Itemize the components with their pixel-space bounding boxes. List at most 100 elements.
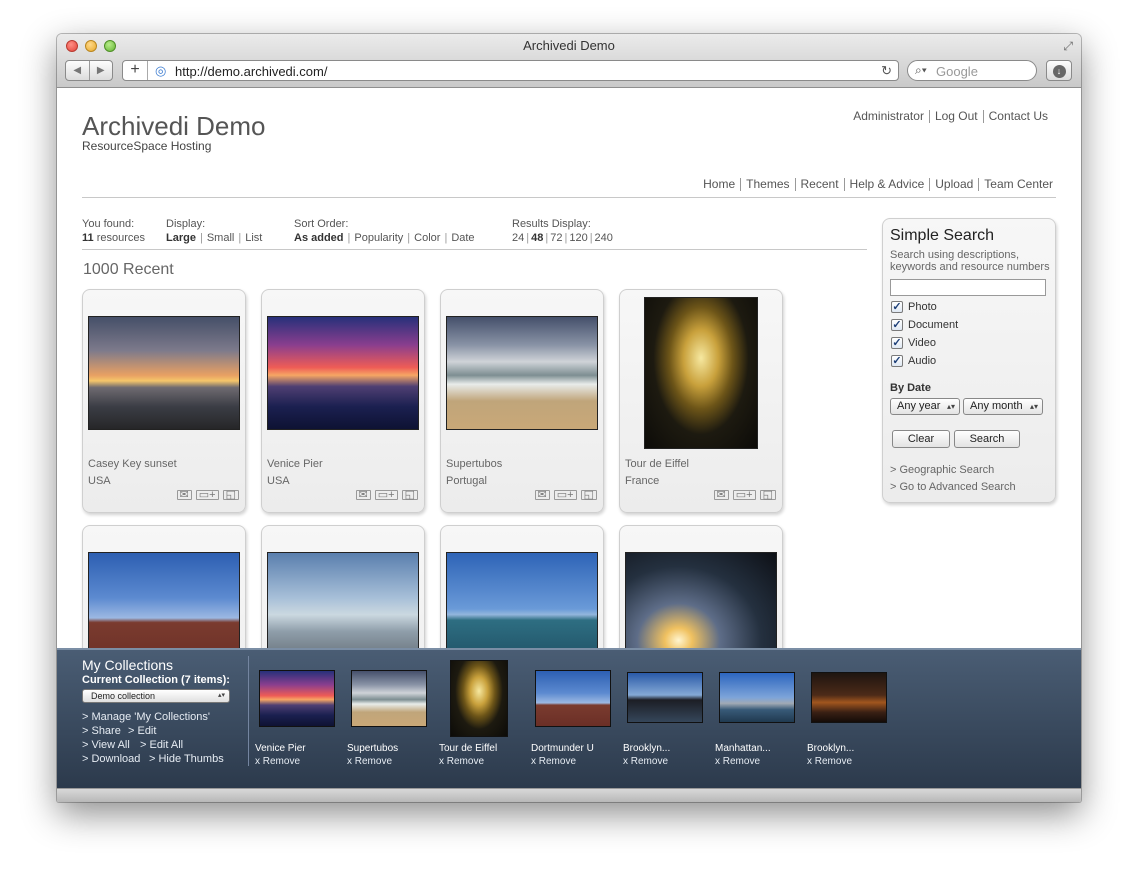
- search-input[interactable]: [890, 279, 1046, 296]
- sort-as-added[interactable]: As added: [294, 232, 344, 244]
- collections-title[interactable]: My Collections: [82, 657, 173, 673]
- edit-collection-link[interactable]: > Edit: [128, 725, 156, 737]
- resource-title[interactable]: Casey Key sunset: [88, 458, 177, 470]
- clear-button[interactable]: Clear: [892, 430, 950, 448]
- add-to-collection-icon[interactable]: ▭+: [195, 490, 219, 501]
- remove-from-collection-link[interactable]: x Remove: [439, 756, 484, 767]
- resource-thumbnail[interactable]: [446, 316, 598, 430]
- collection-thumbnail[interactable]: [259, 670, 335, 727]
- collection-item[interactable]: Supertubos x Remove: [347, 660, 437, 770]
- resource-card[interactable]: Venice Pier USA ✉ ▭+ ◱: [261, 289, 425, 513]
- collection-item[interactable]: Brooklyn... x Remove: [623, 660, 713, 770]
- collection-item-title[interactable]: Venice Pier: [255, 743, 306, 754]
- fullscreen-icon[interactable]: ⤢: [1063, 39, 1073, 54]
- display-large[interactable]: Large: [166, 232, 196, 244]
- resource-card[interactable]: [440, 525, 604, 648]
- nav-help[interactable]: Help & Advice: [843, 178, 930, 191]
- remove-from-collection-link[interactable]: x Remove: [715, 756, 760, 767]
- collection-thumbnail[interactable]: [627, 672, 703, 723]
- preview-icon[interactable]: ◱: [580, 490, 597, 501]
- collection-thumbnail[interactable]: [719, 672, 795, 723]
- envelope-icon[interactable]: ✉: [534, 490, 550, 501]
- url-text[interactable]: http://demo.archivedi.com/: [175, 64, 327, 79]
- collection-item-title[interactable]: Tour de Eiffel: [439, 743, 497, 754]
- collection-item-title[interactable]: Brooklyn...: [623, 743, 670, 754]
- resource-thumbnail[interactable]: [88, 316, 240, 430]
- nav-themes[interactable]: Themes: [740, 178, 794, 191]
- administrator-link[interactable]: Administrator: [848, 110, 929, 123]
- search-button[interactable]: Search: [954, 430, 1020, 448]
- advanced-search-link[interactable]: > Go to Advanced Search: [890, 481, 1016, 493]
- nav-upload[interactable]: Upload: [929, 178, 978, 191]
- geographic-search-link[interactable]: > Geographic Search: [890, 464, 994, 476]
- back-arrow-icon[interactable]: ◀: [66, 61, 89, 80]
- logout-link[interactable]: Log Out: [928, 110, 983, 123]
- downloads-button[interactable]: ↓: [1046, 60, 1072, 81]
- remove-from-collection-link[interactable]: x Remove: [623, 756, 668, 767]
- sort-color[interactable]: Color: [414, 232, 440, 244]
- site-title[interactable]: Archivedi Demo: [82, 111, 266, 142]
- browser-search-field[interactable]: ⌕▾ Google: [907, 60, 1037, 81]
- resource-card[interactable]: Casey Key sunset USA ✉ ▭+ ◱: [82, 289, 246, 513]
- nav-team-center[interactable]: Team Center: [978, 178, 1058, 191]
- resource-card[interactable]: Tour de Eiffel France ✉ ▭+ ◱: [619, 289, 783, 513]
- resource-title[interactable]: Supertubos: [446, 458, 502, 470]
- collection-item[interactable]: Tour de Eiffel x Remove: [439, 660, 529, 770]
- collection-thumbnail[interactable]: [450, 660, 508, 737]
- manage-collections-link[interactable]: > Manage 'My Collections': [82, 711, 210, 723]
- collection-thumbnail[interactable]: [351, 670, 427, 727]
- remove-from-collection-link[interactable]: x Remove: [347, 756, 392, 767]
- sort-popularity[interactable]: Popularity: [354, 232, 403, 244]
- resource-thumbnail[interactable]: [267, 316, 419, 430]
- resource-title[interactable]: Tour de Eiffel: [625, 458, 689, 470]
- forward-arrow-icon[interactable]: ▶: [88, 61, 113, 80]
- collection-thumbnail[interactable]: [811, 672, 887, 723]
- collection-item[interactable]: Venice Pier x Remove: [255, 660, 345, 770]
- type-video-checkbox[interactable]: ✓ Video: [891, 337, 936, 349]
- envelope-icon[interactable]: ✉: [355, 490, 371, 501]
- resource-card[interactable]: Supertubos Portugal ✉ ▭+ ◱: [440, 289, 604, 513]
- envelope-icon[interactable]: ✉: [713, 490, 729, 501]
- sort-date[interactable]: Date: [451, 232, 474, 244]
- type-photo-checkbox[interactable]: ✓ Photo: [891, 301, 937, 313]
- view-all-link[interactable]: > View All: [82, 739, 130, 751]
- share-collection-link[interactable]: > Share: [82, 725, 121, 737]
- remove-from-collection-link[interactable]: x Remove: [255, 756, 300, 767]
- add-to-collection-icon[interactable]: ▭+: [374, 490, 398, 501]
- collection-item-title[interactable]: Supertubos: [347, 743, 398, 754]
- resource-card[interactable]: [82, 525, 246, 648]
- checkbox-checked-icon[interactable]: ✓: [891, 319, 903, 331]
- resource-title[interactable]: Venice Pier: [267, 458, 323, 470]
- per-page-240[interactable]: 240: [595, 232, 613, 244]
- per-page-72[interactable]: 72: [550, 232, 562, 244]
- per-page-120[interactable]: 120: [569, 232, 587, 244]
- collection-thumbnail[interactable]: [535, 670, 611, 727]
- per-page-48[interactable]: 48: [531, 232, 543, 244]
- resource-thumbnail[interactable]: [644, 297, 758, 449]
- display-list[interactable]: List: [245, 232, 262, 244]
- remove-from-collection-link[interactable]: x Remove: [807, 756, 852, 767]
- hide-thumbs-link[interactable]: > Hide Thumbs: [149, 753, 224, 765]
- resource-card[interactable]: [619, 525, 783, 648]
- add-bookmark-icon[interactable]: +: [123, 61, 148, 80]
- checkbox-checked-icon[interactable]: ✓: [891, 337, 903, 349]
- nav-home[interactable]: Home: [698, 178, 740, 191]
- per-page-24[interactable]: 24: [512, 232, 524, 244]
- address-bar[interactable]: + ◎ http://demo.archivedi.com/ ↻: [122, 60, 899, 81]
- collection-item-title[interactable]: Manhattan...: [715, 743, 771, 754]
- edit-all-link[interactable]: > Edit All: [140, 739, 183, 751]
- resource-card[interactable]: [261, 525, 425, 648]
- resource-thumbnail[interactable]: [267, 552, 419, 648]
- checkbox-checked-icon[interactable]: ✓: [891, 355, 903, 367]
- display-small[interactable]: Small: [207, 232, 235, 244]
- resource-thumbnail[interactable]: [446, 552, 598, 648]
- contact-link[interactable]: Contact Us: [982, 110, 1053, 123]
- preview-icon[interactable]: ◱: [401, 490, 418, 501]
- preview-icon[interactable]: ◱: [759, 490, 776, 501]
- nav-recent[interactable]: Recent: [794, 178, 844, 191]
- collection-item[interactable]: Manhattan... x Remove: [715, 660, 805, 770]
- type-audio-checkbox[interactable]: ✓ Audio: [891, 355, 936, 367]
- resource-thumbnail[interactable]: [625, 552, 777, 648]
- checkbox-checked-icon[interactable]: ✓: [891, 301, 903, 313]
- collection-item[interactable]: Brooklyn... x Remove: [807, 660, 897, 770]
